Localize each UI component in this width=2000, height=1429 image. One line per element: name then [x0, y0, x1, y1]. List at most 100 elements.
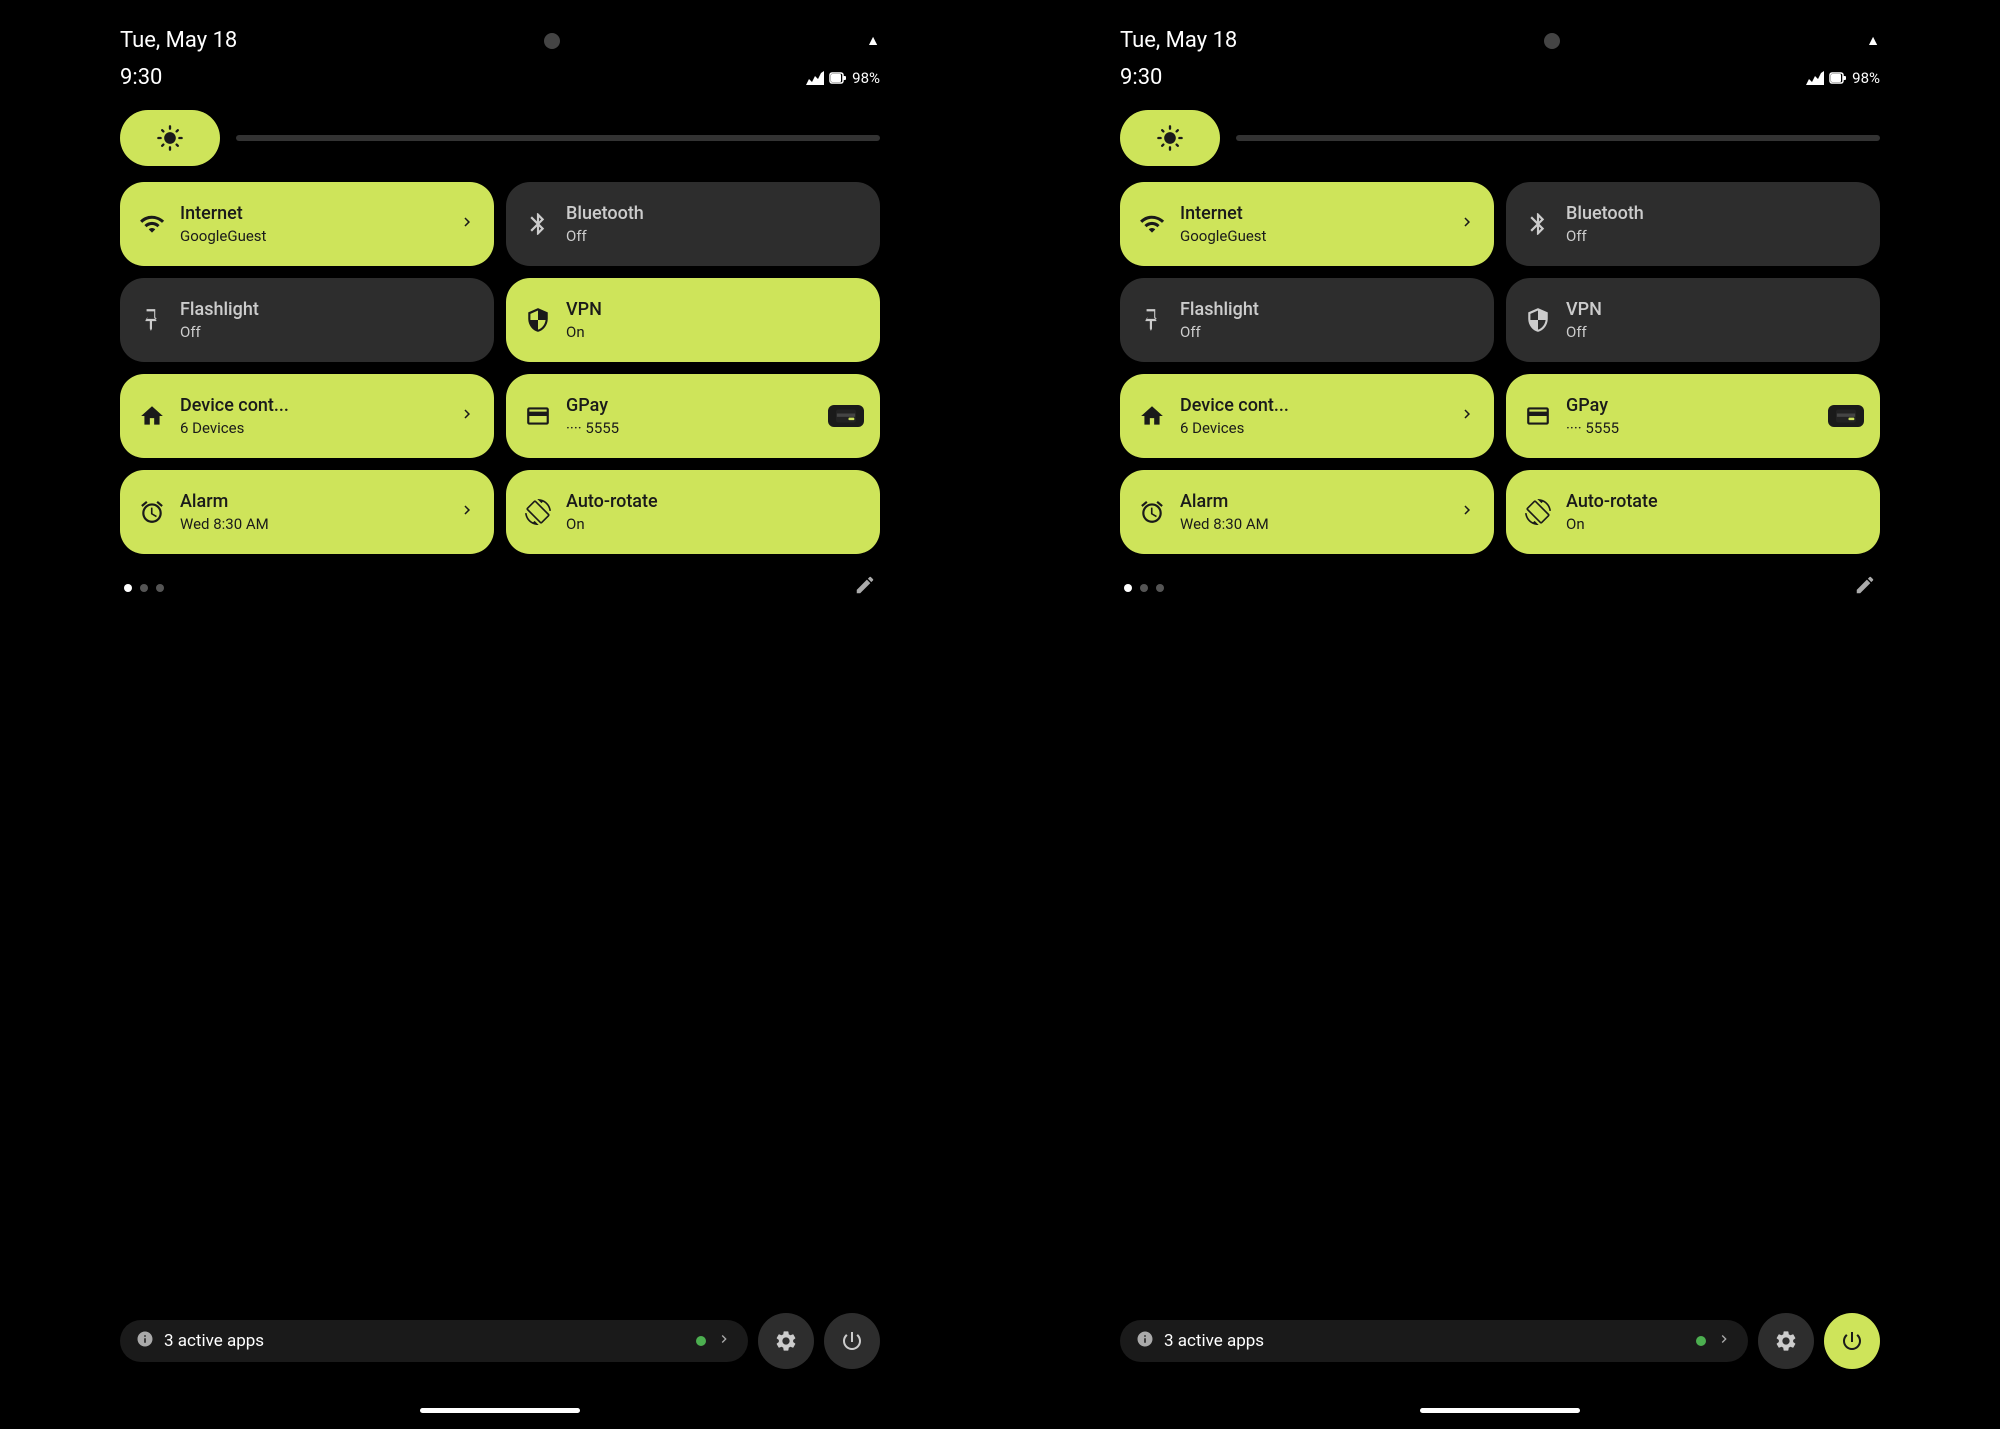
brightness-pill[interactable]: [1120, 110, 1220, 166]
screens-container: Tue, May 18 ▲ 9:30 98% Internet GoogleGuest…: [0, 0, 2000, 1429]
tile-vpn[interactable]: VPNOff: [1506, 278, 1880, 362]
tile-device-control[interactable]: Device cont...6 Devices: [1120, 374, 1494, 458]
tile-alarm-subtitle: Wed 8:30 AM: [180, 515, 444, 533]
wifi-icon: [1138, 210, 1166, 238]
vpn-icon: [524, 306, 552, 334]
tile-bluetooth[interactable]: BluetoothOff: [1506, 182, 1880, 266]
tile-gpay-title: GPay: [566, 395, 862, 417]
tile-gpay-subtitle: ···· 5555: [566, 419, 862, 437]
chevron-right-icon: [458, 212, 476, 236]
chevron-right-icon: [1458, 212, 1476, 236]
bottom-bar: 3 active apps: [120, 1313, 880, 1369]
tile-flashlight-title: Flashlight: [1180, 299, 1476, 321]
tile-alarm[interactable]: Alarm Wed 8:30 AM: [1120, 470, 1494, 554]
edit-icon[interactable]: [854, 574, 876, 602]
home-icon: [1138, 402, 1166, 430]
tile-internet[interactable]: InternetGoogleGuest: [1120, 182, 1494, 266]
tile-vpn-text: VPNOn: [566, 299, 862, 341]
tile-gpay[interactable]: GPay···· 5555: [1506, 374, 1880, 458]
tile-flashlight-subtitle: Off: [1180, 323, 1476, 341]
power-button[interactable]: [1824, 1313, 1880, 1369]
tile-internet-subtitle: GoogleGuest: [1180, 227, 1444, 245]
card-icon: [524, 402, 552, 430]
tile-alarm-text: AlarmWed 8:30 AM: [180, 491, 444, 533]
brightness-container[interactable]: [120, 110, 880, 166]
power-button[interactable]: [824, 1313, 880, 1369]
chevron-right-icon: [1458, 404, 1476, 428]
rotate-icon: [1524, 498, 1552, 526]
tile-gpay-text: GPay···· 5555: [1566, 395, 1862, 437]
status-icons-right: ▲: [866, 32, 880, 49]
page-dot-2[interactable]: [1140, 584, 1148, 592]
page-dot-1[interactable]: [1124, 584, 1132, 592]
tile-autorotate-text: Auto-rotateOn: [1566, 491, 1862, 533]
card-icon: [1524, 402, 1552, 430]
page-dot-3[interactable]: [156, 584, 164, 592]
tile-internet[interactable]: Internet GoogleGuest: [120, 182, 494, 266]
wifi-icon: [138, 210, 166, 238]
tile-gpay-text: GPay ···· 5555: [566, 395, 862, 437]
dots-group: [1124, 584, 1164, 592]
tile-device-control[interactable]: Device cont... 6 Devices: [120, 374, 494, 458]
tile-bluetooth-text: BluetoothOff: [566, 203, 862, 245]
green-dot: [696, 1336, 706, 1346]
brightness-track[interactable]: [1236, 135, 1880, 141]
tile-device-control-title: Device cont...: [180, 395, 444, 417]
tile-alarm-text: Alarm Wed 8:30 AM: [1180, 491, 1444, 533]
brightness-container[interactable]: [1120, 110, 1880, 166]
status-bar: Tue, May 18 ▲: [120, 0, 880, 61]
tile-flashlight[interactable]: FlashlightOff: [120, 278, 494, 362]
alarm-icon: [138, 498, 166, 526]
active-apps-pill[interactable]: 3 active apps: [120, 1320, 748, 1362]
tile-autorotate[interactable]: Auto-rotateOn: [506, 470, 880, 554]
chevron-right-icon: [458, 404, 476, 428]
edit-icon[interactable]: [1854, 574, 1876, 602]
home-icon: [138, 402, 166, 430]
tile-autorotate[interactable]: Auto-rotateOn: [1506, 470, 1880, 554]
tile-internet-title: Internet: [180, 203, 444, 225]
tile-internet-subtitle: GoogleGuest: [180, 227, 444, 245]
tile-vpn-title: VPN: [1566, 299, 1862, 321]
bluetooth-icon: [524, 210, 552, 238]
chevron-right-icon: [1458, 500, 1476, 524]
tile-device-control-subtitle: 6 Devices: [180, 419, 444, 437]
page-dot-1[interactable]: [124, 584, 132, 592]
bottom-bar: 3 active apps: [1120, 1313, 1880, 1369]
camera-dot: [544, 33, 560, 49]
tiles-grid: Internet GoogleGuest BluetoothOff Flashligh…: [120, 182, 880, 554]
settings-button[interactable]: [1758, 1313, 1814, 1369]
status-bar: Tue, May 18▲: [1120, 0, 1880, 61]
page-dot-2[interactable]: [140, 584, 148, 592]
tile-vpn[interactable]: VPNOn: [506, 278, 880, 362]
tile-device-control-title: Device cont...: [1180, 395, 1444, 417]
tile-bluetooth-text: BluetoothOff: [1566, 203, 1862, 245]
brightness-track[interactable]: [236, 135, 880, 141]
tile-flashlight-title: Flashlight: [180, 299, 476, 321]
tile-vpn-subtitle: On: [566, 323, 862, 341]
tile-bluetooth[interactable]: BluetoothOff: [506, 182, 880, 266]
flashlight-icon: [138, 306, 166, 334]
alarm-icon: [1138, 498, 1166, 526]
status-right-icons: 98%: [1806, 69, 1880, 87]
page-dots: [1120, 574, 1880, 602]
tile-autorotate-title: Auto-rotate: [566, 491, 862, 513]
active-apps-pill[interactable]: 3 active apps: [1120, 1320, 1748, 1362]
page-dot-3[interactable]: [1156, 584, 1164, 592]
brightness-pill[interactable]: [120, 110, 220, 166]
tile-flashlight[interactable]: Flashlight Off: [1120, 278, 1494, 362]
tile-bluetooth-subtitle: Off: [1566, 227, 1862, 245]
status-date: Tue, May 18: [120, 28, 237, 53]
green-dot: [1696, 1336, 1706, 1346]
tiles-grid: InternetGoogleGuest BluetoothOff Flashligh…: [1120, 182, 1880, 554]
tile-alarm[interactable]: AlarmWed 8:30 AM: [120, 470, 494, 554]
active-apps-text: 3 active apps: [164, 1331, 686, 1351]
tile-alarm-subtitle: Wed 8:30 AM: [1180, 515, 1444, 533]
tile-alarm-title: Alarm: [1180, 491, 1444, 513]
active-apps-text: 3 active apps: [1164, 1331, 1686, 1351]
phone-screen-1: Tue, May 18▲9:30 98% InternetGoogleGuest…: [1000, 0, 2000, 1429]
status-time: 9:30: [120, 65, 162, 90]
pill-chevron-icon: [1716, 1331, 1732, 1352]
settings-button[interactable]: [758, 1313, 814, 1369]
tile-gpay[interactable]: GPay ···· 5555: [506, 374, 880, 458]
gpay-card-badge: [1828, 405, 1864, 427]
